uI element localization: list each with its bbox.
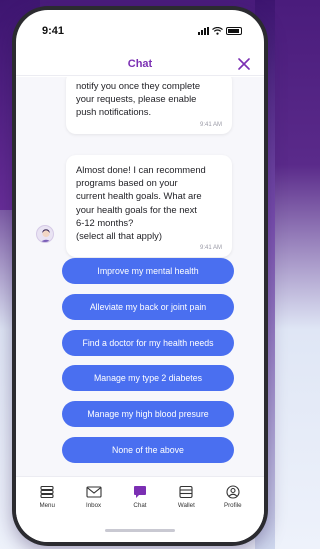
signal-icon <box>198 27 209 35</box>
tab-label: Chat <box>133 502 147 509</box>
status-time: 9:41 <box>42 25 65 37</box>
tab-profile[interactable]: Profile <box>213 485 253 542</box>
tab-label: Inbox <box>86 502 102 509</box>
option-button[interactable]: None of the above <box>62 436 234 463</box>
home-indicator <box>105 529 175 532</box>
message-text: notify you once they complete your reque… <box>76 80 201 118</box>
phone-screen: 9:41 Chat notify you once they complete … <box>16 10 264 542</box>
profile-icon <box>226 485 240 499</box>
message-timestamp: 9:41 AM <box>199 121 222 128</box>
avatar-icon <box>40 229 52 242</box>
bot-avatar <box>36 225 54 243</box>
option-button[interactable]: Improve my mental health <box>62 258 234 284</box>
inbox-icon <box>86 486 102 498</box>
message-timestamp: 9:41 AM <box>199 245 222 252</box>
page-title: Chat <box>127 57 153 70</box>
phone-frame: 9:41 Chat notify you once they complete … <box>12 6 268 546</box>
chat-header: Chat <box>16 52 264 76</box>
status-icons <box>198 27 242 35</box>
option-button[interactable]: Alleviate my back or joint pain <box>62 293 234 320</box>
tab-inbox[interactable]: Inbox <box>74 485 114 542</box>
tab-label: Profile <box>223 502 242 509</box>
wifi-icon <box>212 27 223 35</box>
bot-message: Almost done! I can recommend programs ba… <box>66 155 232 258</box>
message-text: Almost done! I can recommend programs ba… <box>76 164 206 242</box>
menu-icon <box>40 485 54 499</box>
tab-bar: Menu Inbox Chat Wallet Profile <box>16 476 264 542</box>
tab-wallet[interactable]: Wallet <box>166 485 206 542</box>
tab-label: Menu <box>39 502 55 509</box>
battery-icon <box>226 27 242 35</box>
wallet-icon <box>179 485 193 499</box>
tab-label: Wallet <box>177 502 195 509</box>
answer-options: Improve my mental health Alleviate my ba… <box>62 258 234 473</box>
option-button[interactable]: Manage my high blood presure <box>62 401 234 428</box>
tab-chat[interactable]: Chat <box>120 485 160 542</box>
status-bar: 9:41 <box>16 10 264 52</box>
chat-messages[interactable]: notify you once they complete your reque… <box>16 77 264 485</box>
chat-icon <box>133 486 146 498</box>
tab-menu[interactable]: Menu <box>27 485 67 542</box>
option-button[interactable]: Find a doctor for my health needs <box>62 329 234 356</box>
close-button[interactable] <box>234 54 254 74</box>
bot-message: notify you once they complete your reque… <box>66 77 232 134</box>
option-button[interactable]: Manage my type 2 diabetes <box>62 365 234 392</box>
close-icon <box>238 58 250 70</box>
